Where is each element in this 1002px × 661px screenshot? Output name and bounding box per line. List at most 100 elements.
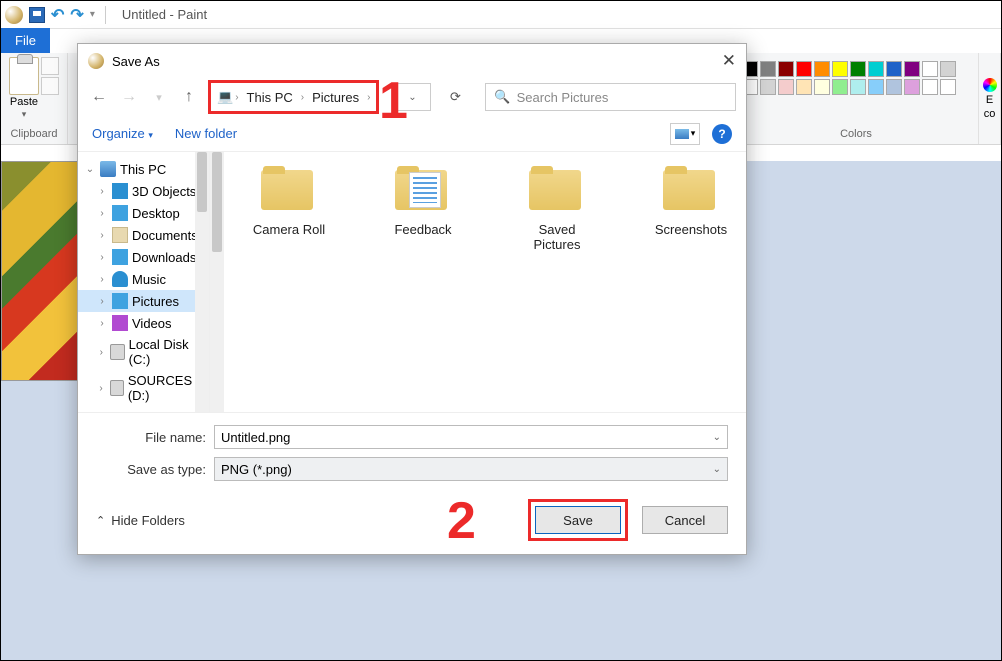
color-swatch[interactable] xyxy=(850,79,866,95)
color-swatch[interactable] xyxy=(868,61,884,77)
nav-back-icon[interactable]: ← xyxy=(88,86,110,108)
tree-scrollbar[interactable] xyxy=(195,152,209,412)
folder-icon xyxy=(391,166,455,216)
nav-recent-icon[interactable]: ▾ xyxy=(148,86,170,108)
chevron-right-icon[interactable]: › xyxy=(367,92,370,103)
color-swatch[interactable] xyxy=(922,79,938,95)
folder-screenshots[interactable]: Screenshots xyxy=(648,166,734,252)
chevron-down-icon[interactable]: ⌄ xyxy=(713,432,721,443)
tab-file[interactable]: File xyxy=(1,28,50,53)
qat-customize-icon[interactable]: ▾ xyxy=(90,9,95,20)
dialog-app-icon xyxy=(88,53,104,69)
cancel-button[interactable]: Cancel xyxy=(642,506,728,534)
tree-item-label: 3D Objects xyxy=(132,184,196,199)
undo-icon[interactable]: ↶ xyxy=(51,5,64,25)
chevron-right-icon[interactable]: › xyxy=(96,318,108,329)
folder-icon xyxy=(112,205,128,221)
paste-dropdown-icon[interactable]: ▾ xyxy=(22,109,27,120)
color-swatch[interactable] xyxy=(832,61,848,77)
color-swatch[interactable] xyxy=(886,79,902,95)
nav-up-icon[interactable]: ↑ xyxy=(178,86,200,108)
folder-icon xyxy=(112,271,128,287)
tree-item-desktop[interactable]: ›Desktop xyxy=(78,202,209,224)
tree-item-music[interactable]: ›Music xyxy=(78,268,209,290)
tree-root-label: This PC xyxy=(120,162,166,177)
filetype-label: Save as type: xyxy=(96,462,206,477)
breadcrumb-seg-thispc[interactable]: This PC xyxy=(241,90,299,105)
color-swatch[interactable] xyxy=(850,61,866,77)
chevron-right-icon[interactable]: › xyxy=(96,208,108,219)
hide-folders-button[interactable]: ⌃ Hide Folders xyxy=(96,513,185,528)
help-icon[interactable]: ? xyxy=(712,124,732,144)
color-swatch[interactable] xyxy=(796,79,812,95)
color-swatch[interactable] xyxy=(796,61,812,77)
tree-item-3d-objects[interactable]: › 3D Objects xyxy=(78,180,209,202)
organize-button[interactable]: Organize ▾ xyxy=(92,126,153,141)
search-input[interactable]: 🔍 Search Pictures xyxy=(485,83,736,111)
tree-item-documents[interactable]: ›Documents xyxy=(78,224,209,246)
chevron-right-icon[interactable]: › xyxy=(96,230,108,241)
redo-icon[interactable]: ↷ xyxy=(70,5,83,25)
filename-input[interactable]: Untitled.png ⌄ xyxy=(214,425,728,449)
cut-icon[interactable] xyxy=(41,57,59,75)
color-swatch[interactable] xyxy=(814,79,830,95)
color-swatch[interactable] xyxy=(940,79,956,95)
close-icon[interactable]: ✕ xyxy=(722,51,736,71)
folder-feedback[interactable]: Feedback xyxy=(380,166,466,252)
tree-item-pictures[interactable]: ›Pictures xyxy=(78,290,209,312)
tree-item-downloads[interactable]: ›Downloads xyxy=(78,246,209,268)
addr-pc-icon: 💻 xyxy=(217,89,233,105)
chevron-down-icon[interactable]: ⌄ xyxy=(713,464,721,475)
edit-colors-button[interactable]: E co xyxy=(979,53,1001,144)
breadcrumb-seg-pictures[interactable]: Pictures xyxy=(306,90,365,105)
refresh-icon[interactable]: ⟳ xyxy=(439,83,471,111)
chevron-right-icon[interactable]: › xyxy=(96,347,106,358)
chevron-down-icon[interactable]: ⌄ xyxy=(84,164,96,175)
color-swatch[interactable] xyxy=(886,61,902,77)
chevron-right-icon[interactable]: › xyxy=(301,92,304,103)
chevron-right-icon[interactable]: › xyxy=(96,274,108,285)
color-swatch[interactable] xyxy=(814,61,830,77)
tree-item-label: SOURCES (D:) xyxy=(128,373,203,403)
chevron-right-icon[interactable]: › xyxy=(96,296,108,307)
tree-item-local-disk-c-[interactable]: ›Local Disk (C:) xyxy=(78,334,209,370)
folder-icon xyxy=(110,344,124,360)
color-swatch[interactable] xyxy=(940,61,956,77)
color-swatch[interactable] xyxy=(868,79,884,95)
window-title: Untitled - Paint xyxy=(122,7,207,22)
tree-root-thispc[interactable]: ⌄ This PC xyxy=(78,158,209,180)
color-swatch[interactable] xyxy=(778,61,794,77)
colors-label: Colors xyxy=(840,128,872,142)
scrollbar-thumb[interactable] xyxy=(197,152,207,212)
address-bar[interactable]: 💻 › This PC › Pictures › xyxy=(208,80,379,114)
search-icon: 🔍 xyxy=(494,89,510,105)
chevron-right-icon[interactable]: › xyxy=(96,383,106,394)
filetype-select[interactable]: PNG (*.png) ⌄ xyxy=(214,457,728,481)
file-scrollbar[interactable] xyxy=(210,152,224,412)
new-folder-button[interactable]: New folder xyxy=(175,126,237,141)
folder-saved-pictures[interactable]: Saved Pictures xyxy=(514,166,600,252)
tree-item-sources-d-[interactable]: › SOURCES (D:) xyxy=(78,370,209,406)
color-swatch[interactable] xyxy=(760,79,776,95)
color-swatch[interactable] xyxy=(922,61,938,77)
color-swatch[interactable] xyxy=(832,79,848,95)
dialog-fields: File name: Untitled.png ⌄ Save as type: … xyxy=(78,412,746,489)
scrollbar-thumb[interactable] xyxy=(212,152,222,252)
quick-access-toolbar: ↶ ↷ ▾ Untitled - Paint xyxy=(1,1,1001,29)
folder-camera-roll[interactable]: Camera Roll xyxy=(246,166,332,252)
tree-item-videos[interactable]: ›Videos xyxy=(78,312,209,334)
qat-save-icon[interactable] xyxy=(29,7,45,23)
color-swatch[interactable] xyxy=(904,79,920,95)
color-swatch[interactable] xyxy=(904,61,920,77)
view-mode-button[interactable]: ▾ xyxy=(670,123,700,145)
chevron-right-icon[interactable]: › xyxy=(96,252,108,263)
chevron-right-icon[interactable]: › xyxy=(235,92,238,103)
color-swatch[interactable] xyxy=(778,79,794,95)
save-button-highlight: Save xyxy=(528,499,628,541)
file-pane[interactable]: Camera Roll Feedback Saved Pictures Screens… xyxy=(210,152,746,412)
chevron-right-icon[interactable]: › xyxy=(96,186,108,197)
paste-icon[interactable] xyxy=(9,57,39,95)
color-swatch[interactable] xyxy=(760,61,776,77)
save-button[interactable]: Save xyxy=(535,506,621,534)
copy-icon[interactable] xyxy=(41,77,59,95)
